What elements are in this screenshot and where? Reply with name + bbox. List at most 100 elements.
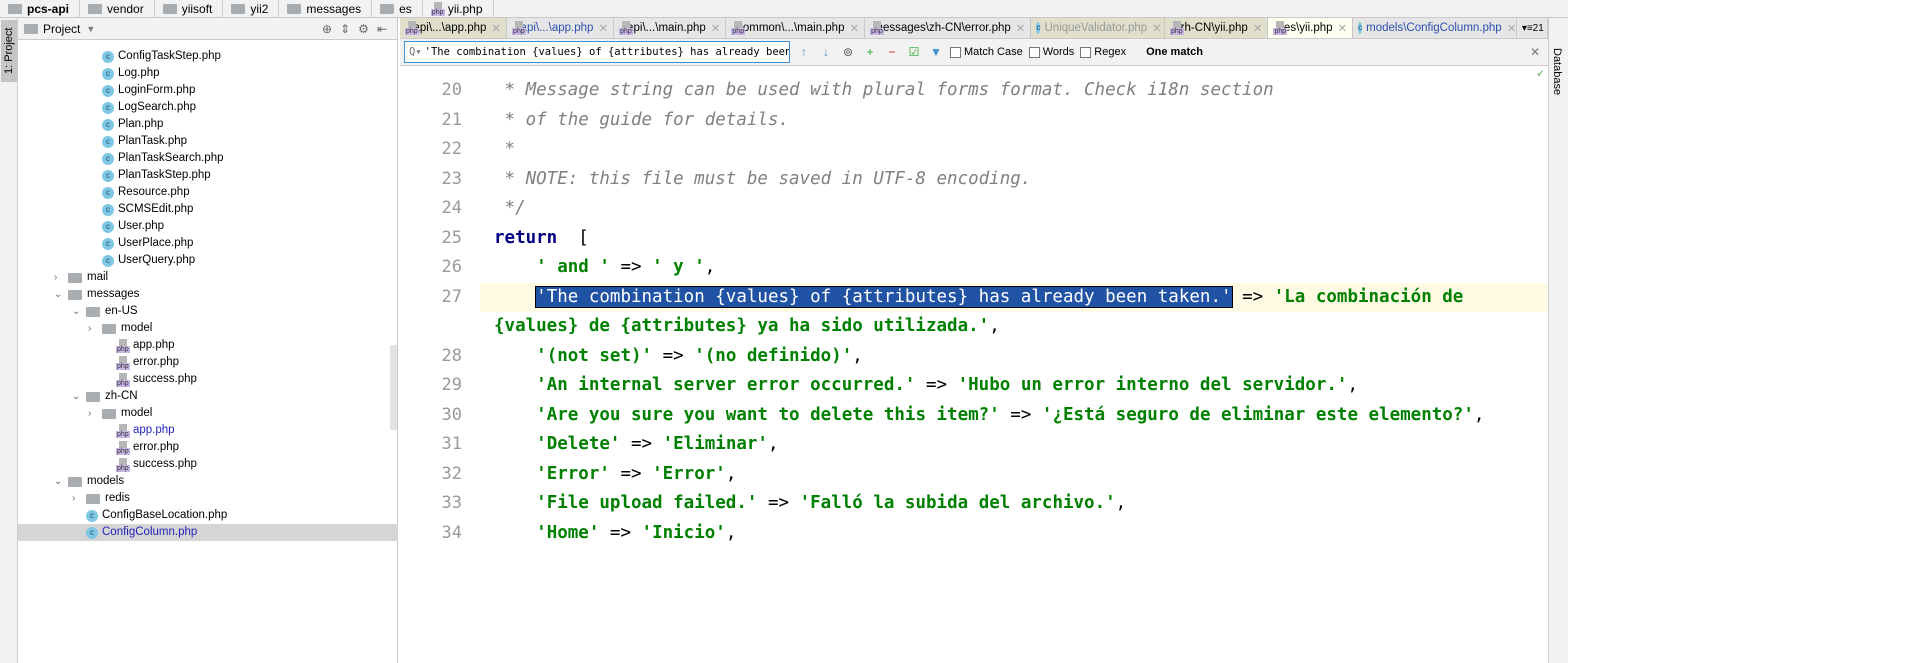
tabs-overflow-button[interactable]: ▾≡ 21 — [1517, 18, 1549, 38]
tab-editor[interactable]: zh-CN\yii.php ✕ — [1164, 18, 1269, 38]
chevron-right-icon[interactable]: › — [88, 405, 102, 422]
tree-item-label: User.php — [118, 220, 165, 232]
class-icon: c — [102, 118, 114, 131]
tree-item[interactable]: error.php — [102, 439, 179, 456]
breadcrumb-item[interactable]: vendor — [80, 0, 155, 18]
code-editor[interactable]: 20 * Message string can be used with plu… — [400, 66, 1548, 663]
close-tab-icon[interactable]: ✕ — [491, 21, 501, 35]
regex-checkbox[interactable]: Regex — [1080, 46, 1126, 58]
tree-item[interactable]: c ConfigColumn.php — [18, 524, 398, 541]
tree-item[interactable]: › model — [88, 320, 152, 337]
tree-item[interactable]: c LogSearch.php — [88, 99, 196, 116]
collapse-icon[interactable]: ⇕ — [340, 22, 350, 36]
folder-icon — [86, 391, 100, 402]
inspection-ok-icon[interactable]: ✓ — [1537, 66, 1544, 80]
tree-item[interactable]: c Resource.php — [88, 184, 190, 201]
tree-item[interactable]: ⌄ en-US — [72, 303, 138, 320]
find-bar: Q▾ 'The combination {values} of {attribu… — [400, 39, 1548, 66]
close-tab-icon[interactable]: ✕ — [1507, 21, 1516, 35]
editor-area: api\...\app.php✕api\...\app.php✕api\...\… — [400, 18, 1549, 663]
close-tab-icon[interactable]: ✕ — [1152, 21, 1162, 35]
tree-item[interactable]: › mail — [54, 269, 108, 286]
locate-icon[interactable]: ⊕ — [322, 22, 332, 36]
tree-item[interactable]: error.php — [102, 354, 179, 371]
tree-item[interactable]: c UserQuery.php — [88, 252, 195, 269]
tree-item[interactable]: c LoginForm.php — [88, 82, 195, 99]
code-token: => — [1231, 286, 1274, 307]
tree-item[interactable]: app.php — [102, 337, 175, 354]
chevron-down-icon[interactable]: ⌄ — [72, 388, 86, 405]
tree-item[interactable]: c Log.php — [88, 65, 160, 82]
tab-editor[interactable]: c models\ConfigColumn.php ✕ — [1353, 18, 1517, 38]
tree-item[interactable]: c ConfigBaseLocation.php — [72, 507, 227, 524]
chevron-down-icon[interactable]: ⌄ — [54, 473, 68, 490]
tree-item[interactable]: c SCMSEdit.php — [88, 201, 193, 218]
tree-item[interactable]: success.php — [102, 456, 197, 473]
words-checkbox[interactable]: Words — [1028, 46, 1074, 58]
tree-item[interactable]: ⌄ models — [54, 473, 124, 490]
class-icon: c — [102, 101, 114, 114]
tab-editor[interactable]: api\...\main.php ✕ — [614, 18, 727, 38]
close-tab-icon[interactable]: ✕ — [711, 21, 721, 35]
project-tool-button[interactable]: 1: Project — [1, 20, 17, 82]
close-tab-icon[interactable]: ✕ — [849, 21, 859, 35]
close-find-icon[interactable]: ✕ — [1530, 45, 1540, 59]
tab-editor[interactable]: common\...\main.php ✕ — [726, 18, 866, 38]
breadcrumb-item[interactable]: yii.php — [423, 0, 494, 18]
breadcrumb-item[interactable]: yiisoft — [155, 0, 224, 18]
search-input[interactable]: Q▾ 'The combination {values} of {attribu… — [404, 41, 790, 63]
chevron-down-icon[interactable]: ⌄ — [54, 286, 68, 303]
find-all-icon[interactable]: ⊚ — [840, 45, 856, 59]
chevron-down-icon[interactable]: ▼ — [86, 24, 95, 34]
tree-item[interactable]: c ConfigTaskStep.php — [88, 48, 221, 65]
select-all-occurrences-icon[interactable]: ☑ — [906, 45, 922, 59]
gear-icon[interactable]: ⚙ — [358, 22, 369, 36]
project-scrollbar[interactable] — [390, 345, 397, 430]
chevron-right-icon[interactable]: › — [54, 269, 68, 286]
tab-editor[interactable]: api\...\app.php ✕ — [507, 18, 615, 38]
chevron-down-icon[interactable]: ⌄ — [72, 303, 86, 320]
folder-icon — [68, 476, 82, 487]
tree-item[interactable]: c User.php — [88, 218, 164, 235]
tree-item[interactable]: c PlanTask.php — [88, 133, 187, 150]
hide-icon[interactable]: ⇤ — [377, 22, 387, 36]
next-occurrence-icon[interactable]: ↓ — [818, 45, 834, 59]
breadcrumb-item[interactable]: messages — [279, 0, 373, 18]
tree-item[interactable]: app.php — [102, 422, 175, 439]
tree-item[interactable]: › redis — [72, 490, 130, 507]
tree-item[interactable]: c PlanTaskSearch.php — [88, 150, 223, 167]
database-tool-button[interactable]: Database — [1551, 48, 1563, 95]
tab-editor[interactable]: messages\zh-CN\error.php ✕ — [865, 18, 1032, 38]
tab-editor[interactable]: c UniqueValidator.php ✕ — [1031, 18, 1165, 38]
close-tab-icon[interactable]: ✕ — [1253, 21, 1263, 35]
breadcrumb-label: yii.php — [447, 1, 483, 16]
add-occurrence-icon[interactable]: + — [862, 45, 878, 59]
match-case-checkbox[interactable]: Match Case — [950, 46, 1023, 58]
tree-item[interactable]: ⌄ messages — [54, 286, 139, 303]
breadcrumb-item[interactable]: pcs-api — [0, 0, 81, 18]
close-tab-icon[interactable]: ✕ — [1338, 21, 1348, 35]
php-file-icon — [116, 440, 130, 455]
tree-item[interactable]: › model — [88, 405, 152, 422]
search-icon[interactable]: Q▾ — [409, 46, 422, 58]
close-tab-icon[interactable]: ✕ — [598, 21, 608, 35]
breadcrumb-item[interactable]: yii2 — [223, 0, 280, 18]
chevron-right-icon[interactable]: › — [72, 490, 86, 507]
tree-item[interactable]: success.php — [102, 371, 197, 388]
tab-editor[interactable]: es\yii.php ✕ — [1268, 18, 1354, 38]
close-tab-icon[interactable]: ✕ — [1016, 21, 1026, 35]
tree-item[interactable]: c PlanTaskStep.php — [88, 167, 211, 184]
chevron-right-icon[interactable]: › — [88, 320, 102, 337]
tree-item[interactable]: ⌄ zh-CN — [72, 388, 138, 405]
filter-icon[interactable]: ▼ — [928, 45, 944, 59]
code-token: , — [1473, 404, 1485, 425]
remove-occurrence-icon[interactable]: − — [884, 45, 900, 59]
breadcrumb-item[interactable]: es — [372, 0, 423, 18]
tree-item[interactable]: c UserPlace.php — [88, 235, 193, 252]
previous-occurrence-icon[interactable]: ↑ — [796, 45, 812, 59]
tab-editor[interactable]: api\...\app.php ✕ — [400, 18, 508, 38]
tree-item[interactable]: c Plan.php — [88, 116, 163, 133]
project-view-selector[interactable]: Project — [43, 22, 80, 36]
